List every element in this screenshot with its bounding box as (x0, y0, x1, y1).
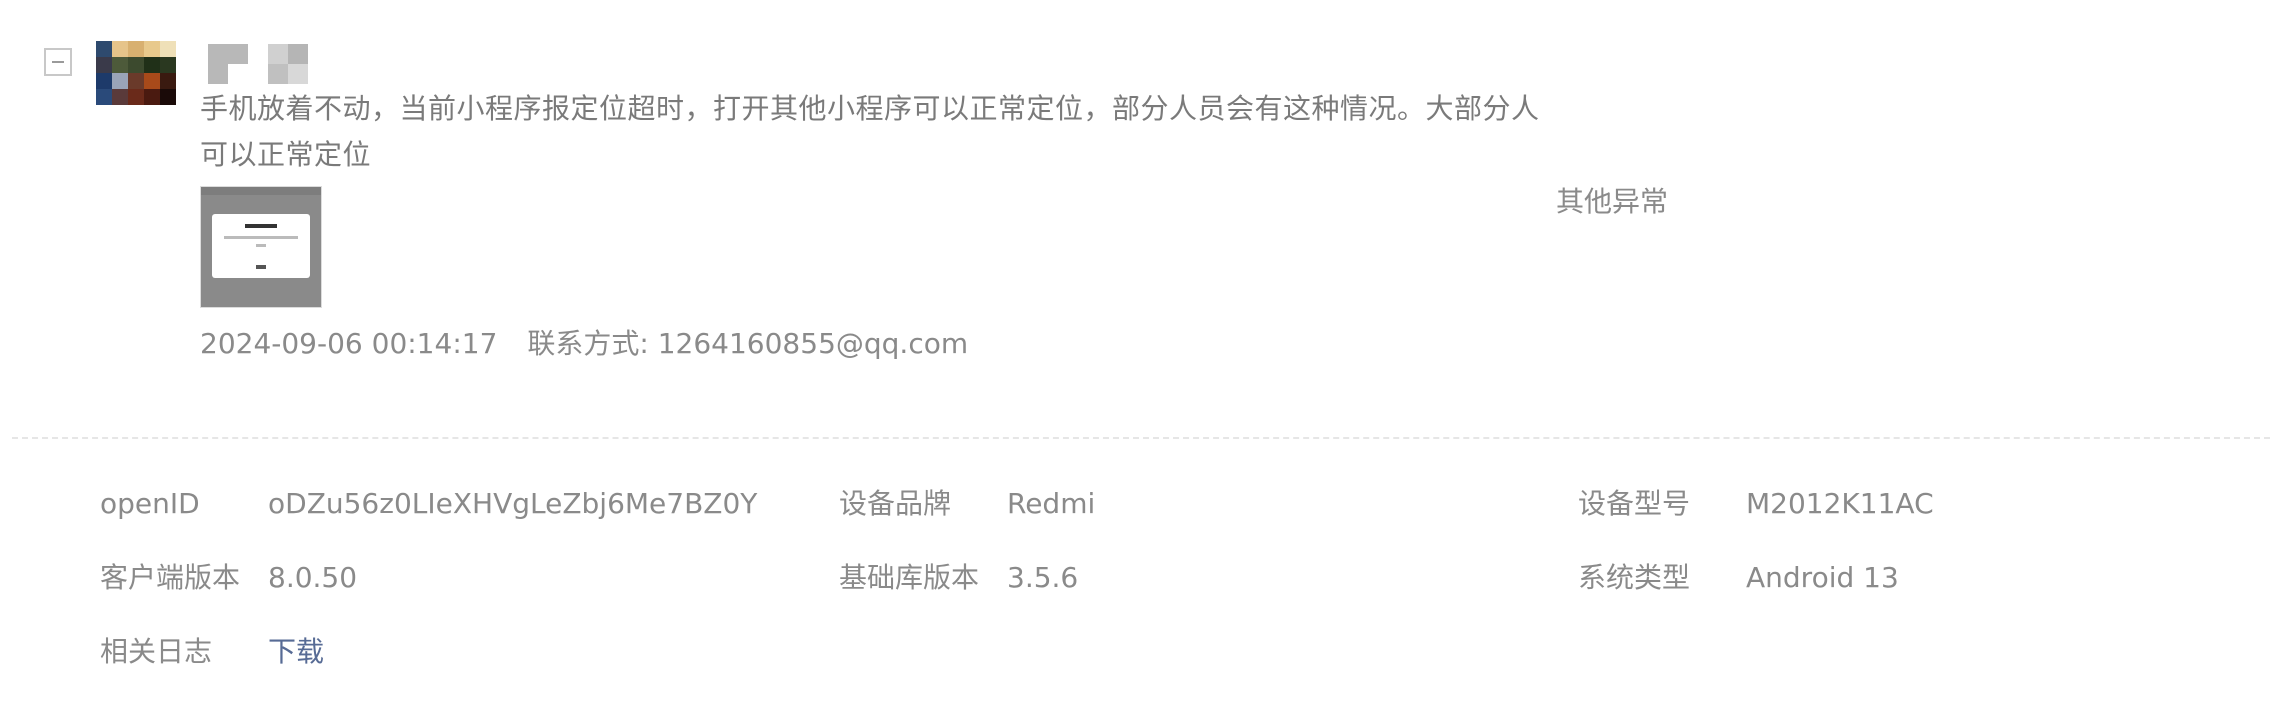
sdk-version-value: 3.5.6 (1007, 561, 1079, 594)
os-type-value: Android 13 (1746, 561, 1899, 594)
user-avatar (96, 41, 176, 121)
openid-label: openID (100, 487, 200, 520)
feedback-category: 其他异常 (1556, 185, 1669, 218)
client-version-value: 8.0.50 (268, 561, 358, 594)
feedback-timestamp: 2024-09-06 00:14:17 (200, 327, 498, 360)
user-nickname-pixelated (208, 44, 308, 84)
sdk-version-label: 基础库版本 (839, 561, 980, 594)
section-divider (12, 437, 2270, 439)
thumbnail-dialog (212, 214, 310, 278)
device-model-value: M2012K11AC (1746, 487, 1934, 520)
collapse-icon[interactable] (44, 48, 72, 76)
client-version-label: 客户端版本 (100, 561, 241, 594)
related-log-label: 相关日志 (100, 635, 213, 668)
feedback-meta: 2024-09-06 00:14:17 联系方式: 1264160855@qq.c… (200, 324, 968, 364)
device-brand-label: 设备品牌 (839, 487, 952, 520)
device-brand-value: Redmi (1007, 487, 1096, 520)
contact-value: 1264160855@qq.com (657, 327, 969, 360)
screenshot-thumbnail[interactable] (200, 186, 322, 308)
thumbnail-statusbar (201, 187, 321, 195)
os-type-label: 系统类型 (1578, 561, 1691, 594)
openid-value: oDZu56z0LIeXHVgLeZbj6Me7BZ0Y (268, 487, 758, 520)
download-log-link[interactable]: 下载 (268, 632, 324, 672)
device-model-label: 设备型号 (1578, 487, 1691, 520)
contact-label: 联系方式: (527, 327, 649, 360)
feedback-content: 手机放着不动，当前小程序报定位超时，打开其他小程序可以正常定位，部分人员会有这种… (200, 92, 1540, 171)
